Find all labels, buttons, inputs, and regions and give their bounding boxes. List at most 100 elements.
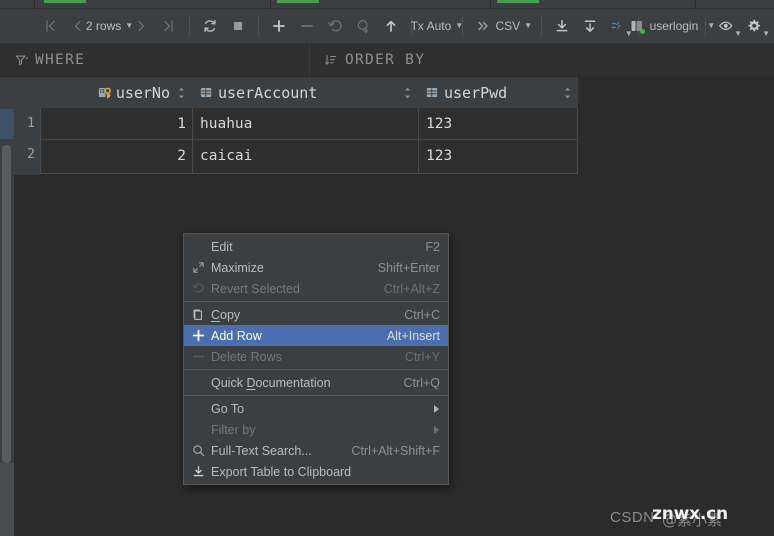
column-header-userpwd[interactable]: userPwd — [418, 77, 578, 108]
revert-icon[interactable] — [321, 13, 349, 39]
context-menu: Edit F2 Maximize Shift+Enter Revert Sele… — [183, 233, 449, 485]
where-filter-field[interactable]: WHERE — [0, 44, 310, 76]
menu-item-full-text-search[interactable]: Full-Text Search... Ctrl+Alt+Shift+F — [184, 440, 448, 461]
menu-item-go-to[interactable]: Go To — [184, 398, 448, 419]
sort-toggle-icon[interactable] — [177, 86, 186, 99]
cell-userpwd[interactable]: 123 — [419, 108, 577, 139]
watermark-platform: CSDN — [610, 509, 655, 526]
first-page-icon[interactable] — [36, 13, 64, 39]
database-session-icon — [629, 18, 645, 34]
chevron-double-right-icon[interactable] — [469, 13, 497, 39]
revert-icon — [191, 282, 205, 296]
menu-item-export-table-to-clipboard[interactable]: Export Table to Clipboard — [184, 461, 448, 482]
column-header-userno[interactable]: userNo — [40, 77, 192, 108]
column-header-label: userAccount — [218, 83, 318, 102]
editor-tab-strip — [0, 0, 774, 9]
menu-item-shortcut: Ctrl+C — [404, 307, 440, 322]
watermark: CSDN @紫小素 znwx.cn — [610, 504, 766, 530]
submenu-arrow-icon — [434, 404, 439, 413]
menu-item-shortcut: F2 — [425, 239, 440, 254]
menu-item-maximize[interactable]: Maximize Shift+Enter — [184, 257, 448, 278]
sort-toggle-icon[interactable] — [403, 86, 412, 99]
cell-useraccount[interactable]: caicai — [193, 140, 418, 171]
tab-divider — [270, 0, 271, 9]
result-grid: 1 2 userNo userAccount userPwd 1 huahua … — [0, 77, 578, 175]
menu-item-filter-by: Filter by — [184, 419, 448, 440]
toolbar-divider — [540, 17, 542, 35]
vertical-scrollbar-thumb[interactable] — [2, 145, 11, 463]
add-row-icon[interactable] — [265, 13, 293, 39]
filter-sort-bar: WHERE ORDER BY — [0, 44, 774, 77]
toolbar-divider — [189, 17, 191, 35]
cell-useraccount[interactable]: huahua — [193, 108, 418, 139]
data-extractor-icon[interactable]: ▼ — [604, 13, 633, 39]
chevron-down-icon: ▼ — [524, 21, 533, 30]
menu-item-shortcut: Ctrl+Y — [404, 349, 440, 364]
menu-item-label: Quick Documentation — [211, 375, 331, 390]
minus-icon — [191, 350, 205, 364]
menu-item-label: Copy — [211, 307, 241, 322]
order-by-label: ORDER BY — [345, 52, 426, 68]
cell-userno[interactable]: 1 — [41, 108, 192, 139]
result-grid-toolbar: 2 rows ▼ Tx Auto ▼ CSV ▼ ▼ userlogin ▼ ▼… — [0, 9, 774, 44]
rows-count-dropdown[interactable]: 2 rows ▼ — [86, 14, 133, 38]
eye-icon[interactable]: ▼ — [712, 13, 742, 39]
menu-item-shortcut: Ctrl+Q — [403, 375, 440, 390]
menu-item-copy[interactable]: Copy Ctrl+C — [184, 304, 448, 325]
export-to-file-icon[interactable] — [548, 13, 576, 39]
session-dropdown[interactable]: userlogin ▼ — [631, 14, 715, 38]
filter-icon — [14, 53, 28, 67]
menu-item-edit[interactable]: Edit F2 — [184, 236, 448, 257]
delete-row-icon[interactable] — [293, 13, 321, 39]
table-row[interactable]: 1 huahua 123 — [41, 108, 577, 139]
menu-item-shortcut: Ctrl+Alt+Z — [383, 281, 440, 296]
copy-icon — [191, 308, 205, 322]
last-page-icon[interactable] — [155, 13, 183, 39]
plus-icon — [191, 329, 205, 343]
cell-userno[interactable]: 2 — [41, 140, 192, 171]
output-format-dropdown[interactable]: CSV ▼ — [495, 14, 533, 38]
menu-item-revert-selected: Revert Selected Ctrl+Alt+Z — [184, 278, 448, 299]
primary-key-column-icon — [97, 85, 112, 100]
grid-body: 1 huahua 123 2 caicai 123 — [40, 108, 578, 174]
table-row[interactable]: 2 caicai 123 — [41, 140, 577, 171]
import-from-file-icon[interactable] — [576, 13, 604, 39]
left-rail-footer — [0, 463, 14, 536]
cell-userpwd[interactable]: 123 — [419, 140, 577, 171]
tab-marker — [277, 0, 319, 3]
chevron-down-icon: ▼ — [455, 21, 464, 30]
tab-divider — [490, 0, 491, 9]
upload-icon[interactable] — [377, 13, 405, 39]
session-label: userlogin — [649, 19, 699, 33]
menu-item-quick-documentation[interactable]: Quick Documentation Ctrl+Q — [184, 372, 448, 393]
menu-item-label: Go To — [211, 401, 245, 416]
next-page-icon[interactable] — [127, 13, 155, 39]
gear-icon[interactable]: ▼ — [740, 13, 770, 39]
menu-item-label: Add Row — [211, 328, 262, 343]
row-number-gutter: 1 2 — [14, 77, 40, 175]
submit-icon[interactable] — [349, 13, 377, 39]
watermark-site: znwx.cn — [652, 504, 728, 524]
tab-divider — [34, 0, 35, 9]
toolbar-divider — [258, 17, 260, 35]
menu-item-label: Filter by — [211, 422, 256, 437]
row-number: 1 — [27, 116, 35, 131]
menu-item-label: Export Table to Clipboard — [211, 464, 352, 479]
column-header-useraccount[interactable]: userAccount — [192, 77, 418, 108]
transaction-mode-dropdown[interactable]: Tx Auto ▼ — [411, 14, 464, 38]
menu-item-delete-rows: Delete Rows Ctrl+Y — [184, 346, 448, 367]
menu-item-label: Full-Text Search... — [211, 443, 312, 458]
stop-icon[interactable] — [224, 13, 252, 39]
menu-item-label: Delete Rows — [211, 349, 282, 364]
menu-item-shortcut: Ctrl+Alt+Shift+F — [351, 443, 440, 458]
order-by-field[interactable]: ORDER BY — [310, 44, 774, 76]
menu-item-label: Edit — [211, 239, 233, 254]
menu-separator — [184, 369, 448, 370]
menu-item-label: Revert Selected — [211, 281, 300, 296]
menu-item-shortcut: Alt+Insert — [386, 328, 440, 343]
maximize-icon — [191, 261, 205, 275]
menu-item-add-row[interactable]: Add Row Alt+Insert — [184, 325, 448, 346]
reload-icon[interactable] — [196, 13, 224, 39]
column-header-label: userNo — [115, 83, 170, 102]
sort-toggle-icon[interactable] — [563, 86, 572, 99]
